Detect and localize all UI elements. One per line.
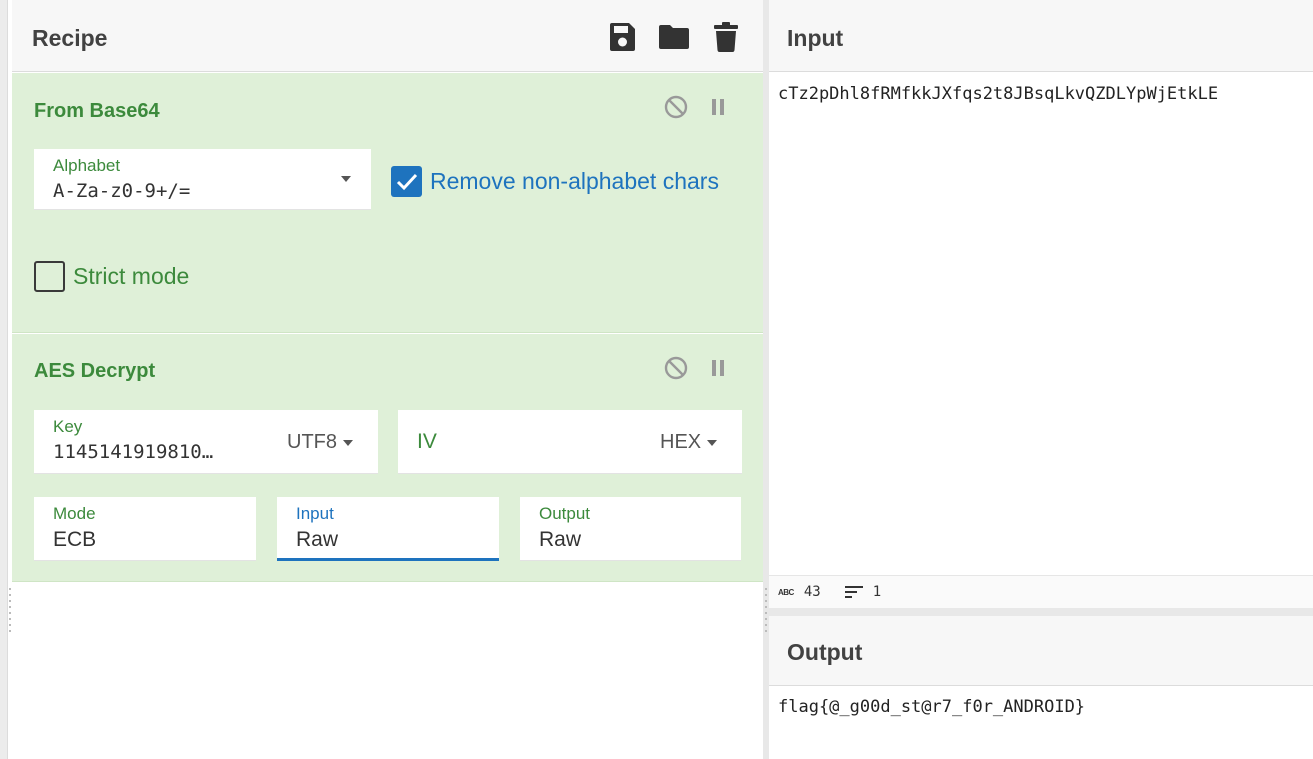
key-value: 1145141919810… [53,441,214,463]
key-encoding-value: UTF8 [287,431,337,453]
strict-mode-label: Strict mode [73,263,190,289]
line-count-icon [844,586,863,598]
iv-field[interactable]: IV HEX [398,410,742,474]
pause-operation-button[interactable] [705,355,731,381]
output-title: Output [787,639,863,665]
alphabet-value: A-Za-z0-9+/= [53,180,191,202]
recipe-title: Recipe [32,25,108,51]
chevron-down-icon [707,439,718,446]
chevron-down-icon [343,439,353,446]
disable-operation-button[interactable] [663,355,689,381]
alphabet-select[interactable]: Alphabet A-Za-z0-9+/= [34,149,371,210]
recipe-header: Recipe [12,0,763,72]
output-header: Output [769,616,1313,686]
input-status-bar: ABC 43 1 [769,575,1313,608]
load-recipe-button[interactable] [658,20,690,54]
input-format-label: Input [296,504,334,523]
operation-aes-decrypt[interactable]: AES Decrypt Key 1145141919810… UTF8 IV H… [12,334,763,582]
operation-from-base64[interactable]: From Base64 Alphabet A-Za-z0-9+/= Remove… [12,73,763,333]
output-format-select[interactable]: Output Raw [520,497,741,561]
mode-value: ECB [53,528,97,551]
chevron-down-icon [341,176,351,182]
remove-non-alphabet-label: Remove non-alphabet chars [430,168,719,194]
output-format-value: Raw [539,528,582,551]
pause-operation-button[interactable] [705,94,731,120]
checkbox-unchecked-icon [34,261,65,292]
save-icon [610,23,635,51]
input-format-value: Raw [296,528,339,551]
remove-non-alphabet-checkbox[interactable]: Remove non-alphabet chars [391,166,719,197]
pause-icon [712,99,724,115]
disable-operation-button[interactable] [663,94,689,120]
operation-title: AES Decrypt [34,360,156,382]
clear-recipe-button[interactable] [710,20,742,54]
input-header: Input [769,0,1313,72]
character-count-icon: ABC [778,587,794,597]
save-recipe-button[interactable] [606,20,638,54]
mode-label: Mode [53,504,96,523]
mode-select[interactable]: Mode ECB [34,497,256,561]
output-format-label: Output [539,504,591,523]
resize-handle[interactable] [765,588,767,632]
trash-icon [714,22,738,52]
operation-title: From Base64 [34,100,160,122]
input-format-select[interactable]: Input Raw [277,497,499,561]
line-count: 1 [872,584,882,600]
character-count: 43 [803,584,821,600]
strict-mode-checkbox[interactable]: Strict mode [34,261,189,292]
left-edge-divider[interactable] [0,0,8,759]
key-field[interactable]: Key 1145141919810… UTF8 [34,410,378,474]
iv-encoding-dropdown[interactable]: HEX [660,431,718,454]
output-textarea[interactable]: flag{@_g00d_st@r7_f0r_ANDROID} [778,697,1085,717]
input-title: Input [787,25,844,51]
checkbox-checked-icon [391,166,422,197]
key-encoding-dropdown[interactable]: UTF8 [287,431,353,454]
iv-encoding-value: HEX [660,431,702,453]
horizontal-pane-divider[interactable] [769,608,1313,616]
folder-icon [659,25,689,49]
iv-label: IV [417,430,437,453]
disable-icon [664,356,688,380]
key-label: Key [53,417,83,436]
resize-handle[interactable] [9,588,11,632]
alphabet-label: Alphabet [53,156,121,175]
input-textarea[interactable]: cTz2pDhl8fRMfkkJXfqs2t8JBsqLkvQZDLYpWjEt… [778,84,1218,104]
recipe-pane: Recipe From Base64 Alphabet A-Za-z0-9+/=… [0,0,763,759]
input-pane: Input cTz2pDhl8fRMfkkJXfqs2t8JBsqLkvQZDL… [769,0,1313,608]
output-pane: Output flag{@_g00d_st@r7_f0r_ANDROID} [769,616,1313,759]
disable-icon [664,95,688,119]
pause-icon [712,360,724,376]
